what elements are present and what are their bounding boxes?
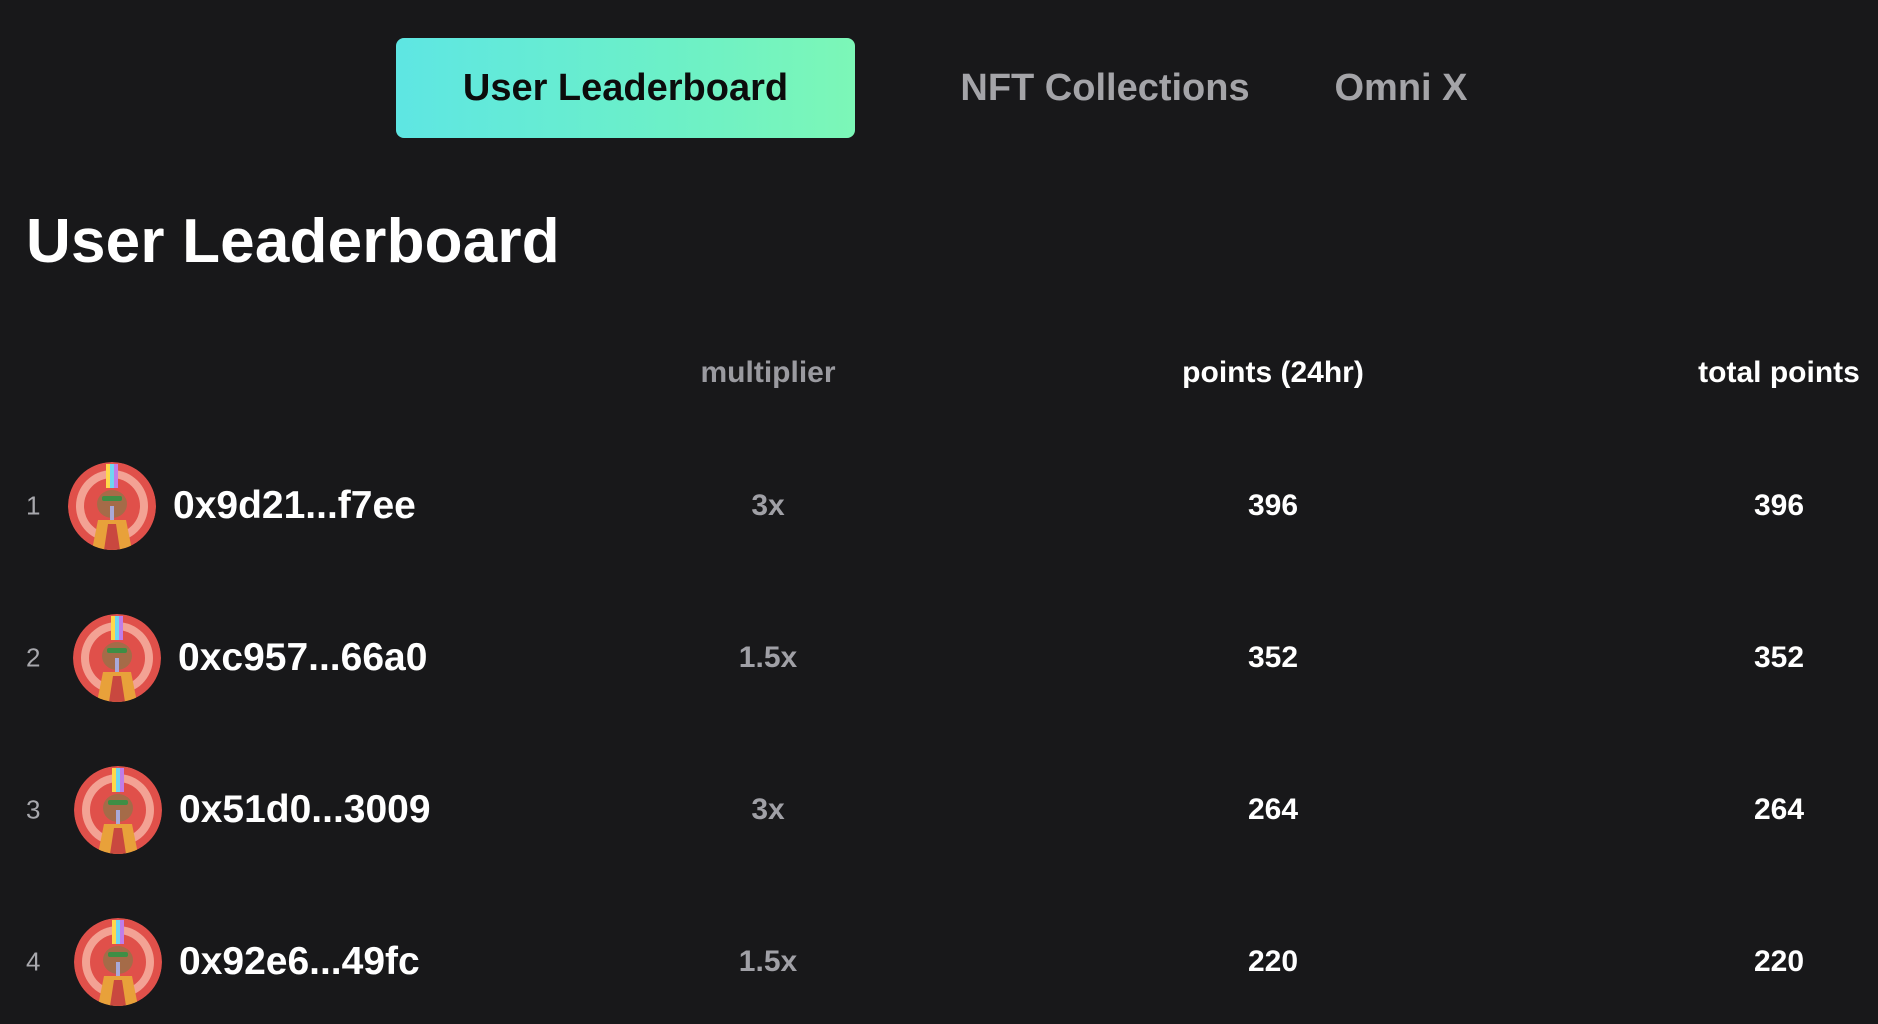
total-points-value: 396: [1753, 489, 1805, 522]
tab-nft-collections[interactable]: NFT Collections: [955, 38, 1255, 138]
table-row[interactable]: 1 0x9d21...f7ee 3x 396 396: [0, 456, 1878, 556]
table-row[interactable]: 4 0x92e6...49fc 1.5x 220 220: [0, 912, 1878, 1012]
wallet-address[interactable]: 0x51d0...3009: [179, 788, 431, 832]
rank-number: 1: [26, 490, 41, 521]
table-row[interactable]: 2 0xc957...66a0 1.5x 352 352: [0, 608, 1878, 708]
user-avatar-icon: [74, 766, 162, 854]
multiplier-value: 1.5x: [738, 641, 798, 674]
points-24hr-value: 396: [1247, 489, 1299, 522]
user-avatar-icon: [74, 918, 162, 1006]
page-title: User Leaderboard: [26, 207, 560, 276]
total-points-value: 220: [1753, 945, 1805, 978]
wallet-address[interactable]: 0x9d21...f7ee: [173, 484, 416, 528]
user-avatar-icon: [68, 462, 156, 550]
multiplier-value: 3x: [751, 793, 785, 826]
leaderboard-page: User Leaderboard NFT Collections Omni X …: [0, 0, 1878, 1024]
column-header-points-24hr: points (24hr): [1182, 356, 1364, 389]
points-24hr-value: 264: [1247, 793, 1299, 826]
total-points-value: 352: [1753, 641, 1805, 674]
rank-number: 3: [26, 794, 41, 825]
rank-number: 4: [26, 946, 41, 977]
tab-bar: User Leaderboard NFT Collections Omni X: [396, 38, 1471, 138]
multiplier-value: 3x: [751, 489, 785, 522]
tab-user-leaderboard[interactable]: User Leaderboard: [396, 38, 855, 138]
wallet-address[interactable]: 0x92e6...49fc: [179, 940, 420, 984]
column-header-multiplier: multiplier: [700, 356, 836, 389]
rank-number: 2: [26, 642, 41, 673]
wallet-address[interactable]: 0xc957...66a0: [178, 636, 427, 680]
points-24hr-value: 220: [1247, 945, 1299, 978]
column-header-total-points: total points: [1698, 356, 1860, 389]
user-avatar-icon: [73, 614, 161, 702]
table-row[interactable]: 3 0x51d0...3009 3x 264 264: [0, 760, 1878, 860]
total-points-value: 264: [1753, 793, 1805, 826]
tab-omni-x[interactable]: Omni X: [1331, 38, 1471, 138]
points-24hr-value: 352: [1247, 641, 1299, 674]
multiplier-value: 1.5x: [738, 945, 798, 978]
